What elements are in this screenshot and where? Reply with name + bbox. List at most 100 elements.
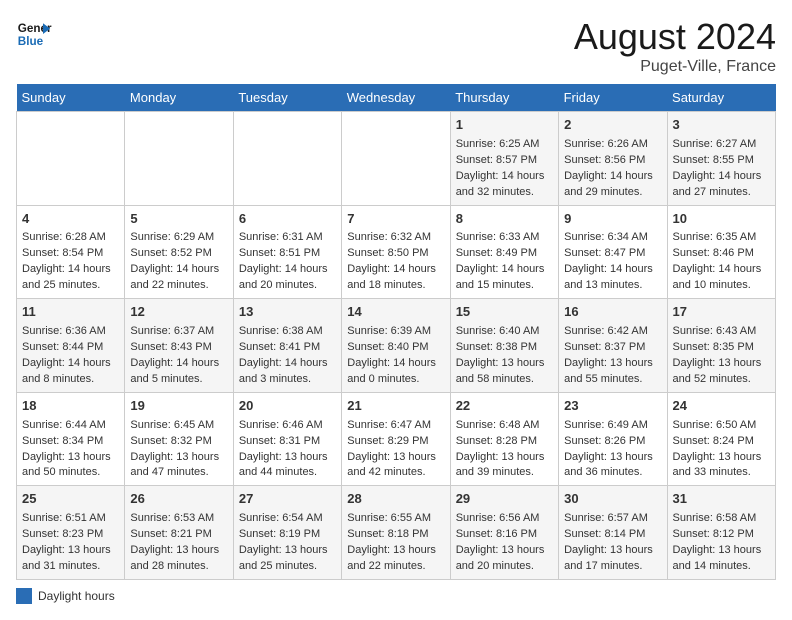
day-info: Sunrise: 6:32 AM [347, 230, 444, 246]
day-info: Daylight: 13 hours and 31 minutes. [22, 543, 119, 575]
day-info: Daylight: 14 hours and 13 minutes. [564, 262, 661, 294]
legend-color-box [16, 588, 32, 604]
day-number: 23 [564, 397, 661, 416]
calendar-week-row: 18Sunrise: 6:44 AMSunset: 8:34 PMDayligh… [17, 392, 776, 486]
day-info: Daylight: 13 hours and 28 minutes. [130, 543, 227, 575]
day-info: Sunset: 8:23 PM [22, 527, 119, 543]
day-info: Sunrise: 6:40 AM [456, 324, 553, 340]
day-info: Sunset: 8:26 PM [564, 434, 661, 450]
calendar-cell: 25Sunrise: 6:51 AMSunset: 8:23 PMDayligh… [17, 486, 125, 580]
calendar-cell: 14Sunrise: 6:39 AMSunset: 8:40 PMDayligh… [342, 299, 450, 393]
day-info: Daylight: 14 hours and 15 minutes. [456, 262, 553, 294]
day-info: Sunset: 8:16 PM [456, 527, 553, 543]
calendar-cell: 19Sunrise: 6:45 AMSunset: 8:32 PMDayligh… [125, 392, 233, 486]
day-info: Sunset: 8:49 PM [456, 246, 553, 262]
day-info: Sunset: 8:41 PM [239, 340, 336, 356]
calendar-cell: 24Sunrise: 6:50 AMSunset: 8:24 PMDayligh… [667, 392, 775, 486]
day-info: Daylight: 14 hours and 0 minutes. [347, 356, 444, 388]
calendar-cell: 26Sunrise: 6:53 AMSunset: 8:21 PMDayligh… [125, 486, 233, 580]
calendar-table: SundayMondayTuesdayWednesdayThursdayFrid… [16, 84, 776, 580]
logo-icon: General Blue [16, 16, 52, 52]
day-info: Sunrise: 6:28 AM [22, 230, 119, 246]
day-info: Daylight: 13 hours and 47 minutes. [130, 450, 227, 482]
calendar-cell: 6Sunrise: 6:31 AMSunset: 8:51 PMDaylight… [233, 205, 341, 299]
day-number: 11 [22, 303, 119, 322]
day-info: Daylight: 13 hours and 50 minutes. [22, 450, 119, 482]
day-number: 17 [673, 303, 770, 322]
day-info: Daylight: 13 hours and 20 minutes. [456, 543, 553, 575]
calendar-day-header: Thursday [450, 84, 558, 112]
calendar-cell: 1Sunrise: 6:25 AMSunset: 8:57 PMDaylight… [450, 112, 558, 206]
calendar-cell: 21Sunrise: 6:47 AMSunset: 8:29 PMDayligh… [342, 392, 450, 486]
day-info: Sunrise: 6:26 AM [564, 137, 661, 153]
day-number: 13 [239, 303, 336, 322]
day-info: Daylight: 13 hours and 52 minutes. [673, 356, 770, 388]
day-info: Daylight: 14 hours and 25 minutes. [22, 262, 119, 294]
day-number: 3 [673, 116, 770, 135]
calendar-cell [233, 112, 341, 206]
day-number: 27 [239, 490, 336, 509]
day-info: Daylight: 14 hours and 32 minutes. [456, 169, 553, 201]
day-info: Daylight: 14 hours and 27 minutes. [673, 169, 770, 201]
day-info: Daylight: 13 hours and 17 minutes. [564, 543, 661, 575]
calendar-cell [125, 112, 233, 206]
day-info: Sunset: 8:12 PM [673, 527, 770, 543]
day-number: 22 [456, 397, 553, 416]
legend: Daylight hours [16, 588, 776, 604]
legend-label: Daylight hours [38, 589, 115, 603]
day-info: Daylight: 13 hours and 39 minutes. [456, 450, 553, 482]
day-info: Sunrise: 6:29 AM [130, 230, 227, 246]
day-number: 30 [564, 490, 661, 509]
day-info: Sunrise: 6:42 AM [564, 324, 661, 340]
day-info: Sunrise: 6:56 AM [456, 511, 553, 527]
calendar-cell: 27Sunrise: 6:54 AMSunset: 8:19 PMDayligh… [233, 486, 341, 580]
day-info: Daylight: 14 hours and 8 minutes. [22, 356, 119, 388]
day-info: Daylight: 14 hours and 22 minutes. [130, 262, 227, 294]
day-info: Sunrise: 6:50 AM [673, 418, 770, 434]
calendar-day-header: Wednesday [342, 84, 450, 112]
day-number: 14 [347, 303, 444, 322]
day-info: Sunrise: 6:37 AM [130, 324, 227, 340]
day-info: Sunset: 8:46 PM [673, 246, 770, 262]
day-info: Sunset: 8:37 PM [564, 340, 661, 356]
day-info: Sunset: 8:43 PM [130, 340, 227, 356]
day-info: Sunrise: 6:34 AM [564, 230, 661, 246]
day-info: Daylight: 13 hours and 55 minutes. [564, 356, 661, 388]
day-number: 31 [673, 490, 770, 509]
day-number: 7 [347, 210, 444, 229]
day-info: Sunrise: 6:33 AM [456, 230, 553, 246]
location-subtitle: Puget-Ville, France [574, 58, 776, 76]
day-info: Sunset: 8:40 PM [347, 340, 444, 356]
day-info: Daylight: 13 hours and 58 minutes. [456, 356, 553, 388]
day-info: Sunset: 8:54 PM [22, 246, 119, 262]
day-info: Daylight: 13 hours and 33 minutes. [673, 450, 770, 482]
calendar-cell: 8Sunrise: 6:33 AMSunset: 8:49 PMDaylight… [450, 205, 558, 299]
day-info: Sunrise: 6:49 AM [564, 418, 661, 434]
day-info: Sunset: 8:50 PM [347, 246, 444, 262]
day-info: Sunrise: 6:45 AM [130, 418, 227, 434]
day-info: Sunrise: 6:36 AM [22, 324, 119, 340]
day-number: 15 [456, 303, 553, 322]
day-info: Daylight: 14 hours and 20 minutes. [239, 262, 336, 294]
day-info: Sunset: 8:35 PM [673, 340, 770, 356]
day-info: Sunrise: 6:35 AM [673, 230, 770, 246]
day-info: Daylight: 13 hours and 22 minutes. [347, 543, 444, 575]
day-info: Sunset: 8:51 PM [239, 246, 336, 262]
calendar-cell: 11Sunrise: 6:36 AMSunset: 8:44 PMDayligh… [17, 299, 125, 393]
calendar-cell: 13Sunrise: 6:38 AMSunset: 8:41 PMDayligh… [233, 299, 341, 393]
day-info: Sunset: 8:19 PM [239, 527, 336, 543]
day-info: Sunrise: 6:55 AM [347, 511, 444, 527]
day-number: 10 [673, 210, 770, 229]
day-info: Daylight: 14 hours and 18 minutes. [347, 262, 444, 294]
day-info: Sunset: 8:47 PM [564, 246, 661, 262]
day-info: Sunset: 8:21 PM [130, 527, 227, 543]
day-info: Daylight: 14 hours and 3 minutes. [239, 356, 336, 388]
day-info: Sunrise: 6:47 AM [347, 418, 444, 434]
calendar-cell: 15Sunrise: 6:40 AMSunset: 8:38 PMDayligh… [450, 299, 558, 393]
calendar-cell: 3Sunrise: 6:27 AMSunset: 8:55 PMDaylight… [667, 112, 775, 206]
calendar-day-header: Tuesday [233, 84, 341, 112]
day-info: Sunset: 8:34 PM [22, 434, 119, 450]
day-number: 29 [456, 490, 553, 509]
calendar-cell: 12Sunrise: 6:37 AMSunset: 8:43 PMDayligh… [125, 299, 233, 393]
day-number: 6 [239, 210, 336, 229]
